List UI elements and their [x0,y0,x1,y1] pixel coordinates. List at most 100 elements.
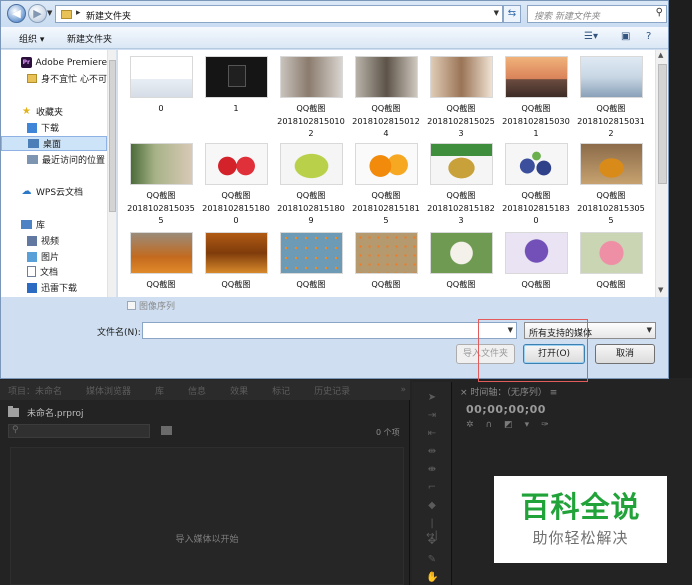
file-item[interactable]: QQ截图 [349,228,423,297]
more-panels-icon[interactable]: » [400,385,410,395]
file-name-line: 2018102815183 [502,202,570,213]
image-sequence-checkbox[interactable] [127,301,136,310]
recent-locations-dropdown-icon[interactable]: ▼ [47,9,52,17]
project-tab-4[interactable]: 效果 [218,384,260,397]
file-list-scroll-thumb[interactable] [658,64,667,184]
wrench-icon[interactable]: ✑ [541,420,549,430]
navigation-scrollbar[interactable] [107,50,116,297]
address-bar[interactable]: ▸ 新建文件夹 ▼ [55,5,503,23]
sidebar-item[interactable]: 身不宜忙 心不可 [1,71,107,86]
file-item[interactable]: QQ截图 [274,228,348,297]
file-item[interactable]: QQ截图 2018102815180 0 [199,139,273,235]
file-item[interactable]: QQ截图 [124,228,198,297]
view-options-icon[interactable]: ☰▾ [584,31,598,42]
cancel-button[interactable]: 取消 [595,344,655,364]
file-name-line: QQ截图 [296,190,326,200]
sidebar-item[interactable]: ★ 收藏夹 [1,104,107,119]
linked-selection-icon[interactable]: ∩ [486,420,493,430]
file-item[interactable]: QQ截图 2018102815305 5 [574,139,648,235]
address-dropdown-icon[interactable]: ▼ [494,9,499,17]
file-item[interactable]: QQ截图 2018102815025 3 [424,52,498,148]
forward-button[interactable]: ▶ [28,4,47,23]
file-item[interactable]: QQ截图 [424,228,498,297]
new-bin-icon[interactable] [161,426,172,435]
image-sequence-option[interactable]: 图像序列 [127,299,175,312]
scroll-up-icon[interactable]: ▲ [658,51,663,59]
cloud-icon: ☁ [21,186,32,197]
sidebar-item[interactable]: 视频 [1,233,107,248]
zoom-tool-icon[interactable]: ✋ [426,572,438,584]
file-item[interactable]: QQ截图 [199,228,273,297]
sidebar-item[interactable]: 迅雷下载 [1,280,107,295]
file-name-line: 2018102815180 [202,202,270,213]
timecode[interactable]: 00;00;00;00 [466,403,546,416]
project-search-input[interactable]: ⚲ [8,424,150,438]
project-tab-3[interactable]: 信息 [176,384,218,397]
timeline-controls: ✲ ∩ ◩ ▾ ✑ [466,420,549,430]
sidebar-item[interactable]: 最近访问的位置 [1,152,107,167]
watermark-sub-text: 助你轻松解决 [532,529,629,547]
rate-stretch-tool-icon[interactable]: ⇼ [426,464,438,476]
filename-input[interactable]: ▼ [142,322,517,339]
dialog-toolbar: 组织 ▾ 新建文件夹 ☰▾ ▣ ? [1,27,668,49]
refresh-button[interactable]: ⇆ [503,5,521,23]
project-tab-2[interactable]: 库 [143,384,176,397]
file-name: QQ截图 2018102815183 0 [499,189,573,227]
file-item[interactable]: QQ截图 2018102815181 5 [349,139,423,235]
file-item[interactable]: QQ截图 [574,228,648,297]
file-item[interactable]: QQ截图 [499,228,573,297]
project-tab-1[interactable]: 媒体浏览器 [74,384,143,397]
scroll-down-icon[interactable]: ▼ [658,286,663,294]
back-button[interactable]: ◀ [7,4,26,23]
file-thumbnail [355,232,418,274]
file-item[interactable]: QQ截图 2018102815180 9 [274,139,348,235]
selection-tool-icon[interactable]: ➤ [426,392,438,404]
sidebar-item[interactable]: 下载 [1,120,107,135]
sidebar-item[interactable]: 文档 [1,264,107,279]
snap-icon[interactable]: ✲ [466,420,474,430]
file-item[interactable]: QQ截图 2018102815010 2 [274,52,348,148]
hand-tool-icon[interactable]: ✎ [426,554,438,566]
sidebar-item[interactable]: 库 [1,217,107,232]
file-item[interactable]: QQ截图 2018102815035 5 [124,139,198,235]
sidebar-item[interactable]: 桌面 [1,136,107,151]
project-tab-0[interactable]: 项目：未命名 [0,384,74,397]
new-folder-button[interactable]: 新建文件夹 [67,32,112,45]
razor-tool-icon[interactable]: ⌐ [426,482,438,494]
file-item[interactable]: QQ截图 2018102815031 2 [574,52,648,148]
file-item[interactable]: QQ截图 2018102815183 0 [499,139,573,235]
project-content-area[interactable]: 导入媒体以开始 [10,447,404,585]
breadcrumb-arrow-icon[interactable]: ▸ [76,8,81,18]
download-folder-icon [27,122,37,133]
slip-tool-icon[interactable]: ◆ [426,500,438,512]
file-thumbnail [130,143,193,185]
organize-button[interactable]: 组织 ▾ [19,32,44,45]
sidebar-item[interactable]: ☁ WPS云文档 [1,184,107,199]
preview-pane-icon[interactable]: ▣ [621,31,630,42]
sidebar-item-label: 身不宜忙 心不可 [41,75,107,85]
sidebar-item[interactable]: Pr Adobe Premiere [1,55,107,70]
file-item[interactable]: QQ截图 2018102815012 4 [349,52,423,148]
file-item[interactable]: 0 [124,52,198,148]
ripple-edit-tool-icon[interactable]: ⇤ [426,428,438,440]
file-item[interactable]: QQ截图 2018102815030 1 [499,52,573,148]
navigation-scroll-thumb[interactable] [109,60,116,212]
add-marker-icon[interactable]: ◩ [504,420,513,430]
file-list-scrollbar[interactable]: ▲ ▼ [655,50,668,297]
file-item[interactable]: QQ截图 2018102815182 3 [424,139,498,235]
address-path[interactable]: 新建文件夹 [86,9,131,22]
slide-tool-icon[interactable]: |↔| [426,518,438,541]
track-select-tool-icon[interactable]: ⇥ [426,410,438,422]
search-input[interactable]: 搜索 新建文件夹 ⚲ [527,5,667,23]
rolling-edit-tool-icon[interactable]: ⇹ [426,446,438,458]
file-name-line: QQ截图 [596,103,626,113]
file-name-line: 2018102815181 [352,202,420,213]
help-icon[interactable]: ? [646,31,651,42]
sidebar-item[interactable]: 图片 [1,249,107,264]
marker-icon[interactable]: ▾ [525,420,530,430]
project-tab-6[interactable]: 历史记录 [302,384,362,397]
project-tab-5[interactable]: 标记 [260,384,302,397]
file-thumbnail [430,56,493,98]
file-item[interactable]: 1 [199,52,273,148]
pen-tool-icon[interactable]: ✥ [426,536,438,548]
